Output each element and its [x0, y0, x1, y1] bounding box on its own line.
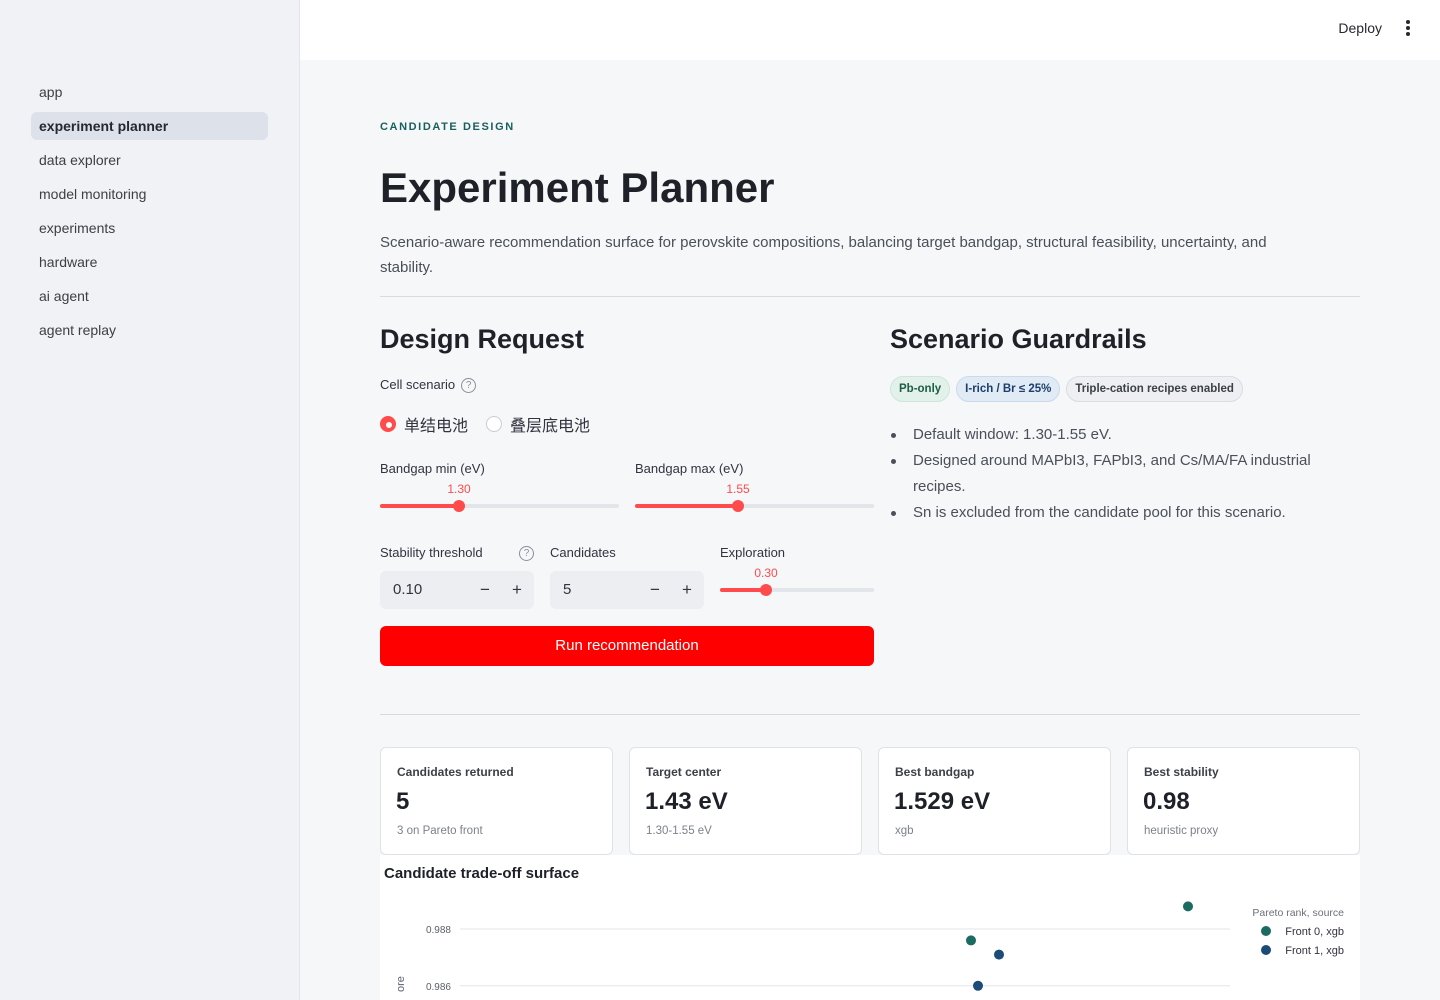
list-item: Sn is excluded from the candidate pool f… [890, 500, 1360, 526]
y-axis-label: ore [395, 976, 407, 992]
slider-thumb[interactable] [760, 584, 772, 596]
bandgap-max-label: Bandgap max (eV) [635, 461, 744, 476]
radio-unselected-icon [486, 416, 503, 432]
guardrail-chips: Pb-only I-rich / Br ≤ 25% Triple-cation … [890, 376, 1249, 402]
metric-sub: heuristic proxy [1144, 825, 1219, 837]
data-point [966, 935, 976, 946]
deploy-button[interactable]: Deploy [1338, 20, 1382, 36]
sidebar-item-experiments[interactable]: experiments [31, 214, 268, 242]
radio-label: 单结电池 [404, 418, 469, 435]
page-description: Scenario-aware recommendation surface fo… [380, 234, 1267, 276]
sidebar-item-agent-replay[interactable]: agent replay [31, 316, 268, 344]
sidebar-item-data-explorer[interactable]: data explorer [31, 146, 268, 174]
y-tick-label: 0.986 [426, 982, 451, 993]
bandgap-max-slider[interactable]: 1.55 [635, 482, 874, 522]
candidates-stepper[interactable]: 5 − + [550, 571, 704, 609]
slider-thumb[interactable] [453, 500, 465, 512]
metric-label: Target center [646, 765, 722, 779]
cell-scenario-label-text: Cell scenario [380, 377, 456, 392]
metric-label: Best stability [1144, 765, 1219, 779]
question-circle-icon[interactable]: ? [461, 378, 477, 394]
tradeoff-scatter-chart[interactable]: 0.988 0.986 ore Pareto rank, source Front 0,… [380, 855, 1360, 1000]
decrement-button[interactable]: − [469, 571, 501, 609]
radio-tandem-bottom[interactable]: 叠层底电池 [486, 412, 590, 436]
metric-sub: 1.30-1.55 eV [646, 825, 712, 837]
sidebar-item-hardware[interactable]: hardware [31, 248, 268, 276]
radio-label: 叠层底电池 [510, 418, 591, 435]
slider-fill [380, 504, 459, 508]
metric-label: Candidates returned [397, 765, 514, 779]
sidebar-item-app[interactable]: app [31, 78, 268, 106]
design-request-heading: Design Request [380, 324, 585, 354]
top-header: Deploy [300, 0, 1440, 60]
stepper-value[interactable]: 0.10 [393, 581, 422, 598]
list-item: Default window: 1.30-1.55 eV. [890, 422, 1360, 448]
slider-value: 0.30 [754, 566, 778, 580]
metric-value: 1.43 eV [645, 788, 728, 815]
metric-sub: xgb [895, 825, 914, 837]
sidebar-item-ai-agent[interactable]: ai agent [31, 282, 268, 310]
metric-sub: 3 on Pareto front [397, 825, 483, 837]
question-circle-icon[interactable]: ? [519, 546, 534, 561]
legend-title: Pareto rank, source [1252, 907, 1344, 919]
metric-card-best-stability: Best stability 0.98 heuristic proxy [1127, 747, 1360, 855]
metric-label: Best bandgap [895, 765, 975, 779]
slider-thumb[interactable] [732, 500, 744, 512]
chip-triple-cation: Triple-cation recipes enabled [1066, 376, 1243, 402]
slider-value: 1.55 [726, 482, 750, 496]
metric-card-target-center: Target center 1.43 eV 1.30-1.55 eV [629, 747, 862, 855]
guardrail-bullets: Default window: 1.30-1.55 eV. Designed a… [890, 422, 1360, 526]
data-point [994, 949, 1004, 960]
run-recommendation-button[interactable]: Run recommendation [380, 626, 874, 666]
metric-card-candidates: Candidates returned 5 3 on Pareto front [380, 747, 613, 855]
stability-threshold-label: Stability threshold ? [380, 545, 534, 561]
sidebar-item-experiment-planner[interactable]: experiment planner [31, 112, 268, 140]
page-title: Experiment Planner [380, 164, 775, 211]
legend-label: Front 1, xgb [1285, 945, 1344, 957]
metric-value: 0.98 [1143, 788, 1190, 815]
exploration-label: Exploration [720, 545, 786, 560]
sidebar-item-model-monitoring[interactable]: model monitoring [31, 180, 268, 208]
legend-label: Front 0, xgb [1285, 926, 1344, 938]
chip-pb-only: Pb-only [890, 376, 951, 402]
stability-threshold-label-text: Stability threshold [380, 545, 483, 560]
legend-marker [1261, 945, 1271, 955]
y-tick-label: 0.988 [426, 925, 451, 936]
data-point [973, 980, 983, 991]
divider [380, 714, 1360, 715]
metric-value: 1.529 eV [894, 788, 991, 815]
radio-selected-icon [380, 416, 396, 432]
bandgap-min-label: Bandgap min (eV) [380, 461, 485, 476]
sidebar-nav: app experiment planner data explorer model … [31, 78, 268, 350]
metric-value: 5 [396, 788, 410, 815]
metric-card-best-bandgap: Best bandgap 1.529 eV xgb [878, 747, 1111, 855]
bandgap-min-slider[interactable]: 1.30 [380, 482, 619, 522]
scenario-guardrails-heading: Scenario Guardrails [890, 324, 1147, 354]
divider [380, 296, 1360, 297]
stability-threshold-stepper[interactable]: 0.10 − + [380, 571, 534, 609]
cell-scenario-label: Cell scenario? [380, 377, 477, 394]
radio-single-junction[interactable]: 单结电池 [380, 412, 468, 436]
data-point [1183, 901, 1193, 912]
stepper-value[interactable]: 5 [563, 581, 571, 598]
decrement-button[interactable]: − [639, 571, 671, 609]
increment-button[interactable]: + [671, 571, 703, 609]
page-eyebrow: CANDIDATE DESIGN [380, 121, 515, 133]
chip-i-rich: I-rich / Br ≤ 25% [956, 376, 1061, 402]
legend-marker [1261, 926, 1271, 936]
tradeoff-chart-panel: Candidate trade-off surface 0.988 0.986 or… [380, 855, 1360, 1000]
slider-fill [635, 504, 738, 508]
slider-value: 1.30 [447, 482, 471, 496]
sidebar: app experiment planner data explorer model … [0, 0, 300, 1000]
candidates-label: Candidates [550, 545, 616, 560]
exploration-slider[interactable]: 0.30 [720, 566, 874, 606]
cell-scenario-radio-group: 单结电池 叠层底电池 [380, 412, 608, 436]
kebab-menu-icon[interactable] [1402, 20, 1414, 40]
list-item: Designed around MAPbI3, FAPbI3, and Cs/M… [890, 448, 1360, 500]
increment-button[interactable]: + [501, 571, 533, 609]
